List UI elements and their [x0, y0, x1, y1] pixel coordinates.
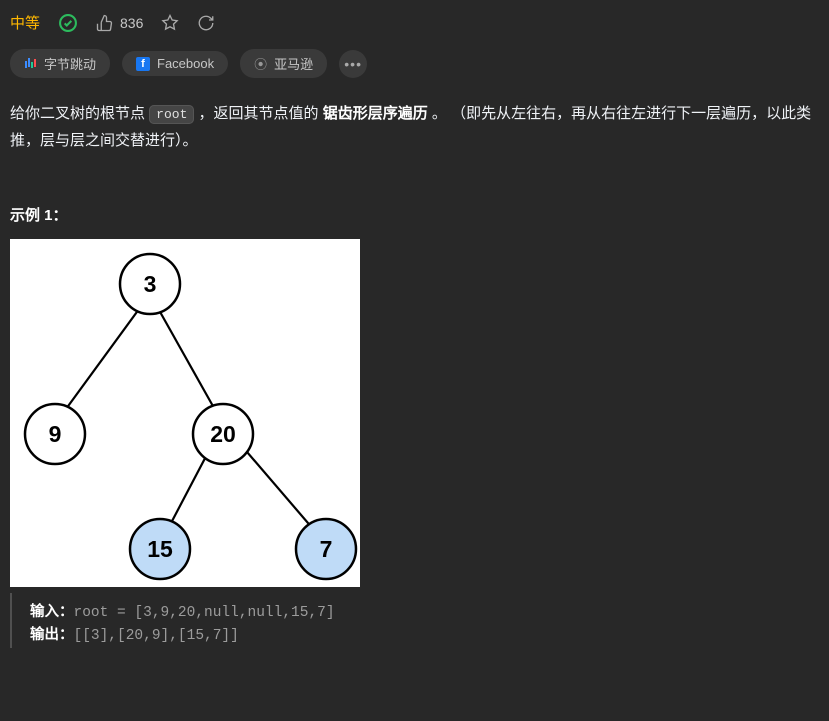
svg-text:7: 7	[320, 536, 333, 562]
favorite-button[interactable]	[161, 14, 179, 32]
example-output-line: 输出：[[3],[20,9],[15,7]]	[30, 624, 819, 647]
amazon-icon: ⦿	[254, 57, 267, 70]
tag-amazon[interactable]: ⦿ 亚马逊	[240, 49, 327, 78]
svg-text:15: 15	[147, 536, 173, 562]
output-label: 输出：	[30, 627, 74, 643]
svg-text:3: 3	[144, 271, 157, 297]
output-value: [[3],[20,9],[15,7]]	[74, 628, 239, 644]
input-value: root = [3,9,20,null,null,15,7]	[74, 605, 335, 621]
desc-bold: 锯齿形层序遍历	[323, 105, 428, 122]
input-label: 输入：	[30, 604, 74, 620]
tag-facebook[interactable]: f Facebook	[122, 51, 228, 76]
desc-text: ，返回其节点值的	[194, 105, 322, 122]
inline-code-root: root	[149, 105, 194, 124]
solved-check-icon	[58, 13, 78, 33]
desc-text: 给你二叉树的根节点	[10, 105, 149, 122]
tag-label: 字节跳动	[44, 54, 96, 73]
facebook-icon: f	[136, 57, 150, 71]
like-button[interactable]: 836	[96, 14, 143, 32]
difficulty-label: 中等	[10, 12, 40, 33]
problem-header: 中等 836	[10, 10, 819, 41]
problem-description: 给你二叉树的根节点 root ，返回其节点值的 锯齿形层序遍历 。 （即先从左往…	[10, 96, 819, 174]
svg-text:20: 20	[210, 421, 236, 447]
likes-count: 836	[120, 15, 143, 31]
example-tree-image: 3 9 20 15 7	[10, 239, 360, 587]
example-heading: 示例 1：	[10, 174, 819, 239]
svg-text:9: 9	[49, 421, 62, 447]
tag-bytedance[interactable]: 字节跳动	[10, 49, 110, 78]
refresh-button[interactable]	[197, 14, 215, 32]
tag-label: 亚马逊	[274, 54, 313, 73]
company-tags: 字节跳动 f Facebook ⦿ 亚马逊 •••	[10, 41, 819, 96]
example-codeblock: 输入：root = [3,9,20,null,null,15,7] 输出：[[3…	[10, 593, 819, 648]
example-input-line: 输入：root = [3,9,20,null,null,15,7]	[30, 601, 819, 624]
more-tags-button[interactable]: •••	[339, 50, 367, 78]
tag-label: Facebook	[157, 56, 214, 71]
ellipsis-icon: •••	[344, 56, 362, 72]
bytedance-icon	[24, 57, 37, 70]
